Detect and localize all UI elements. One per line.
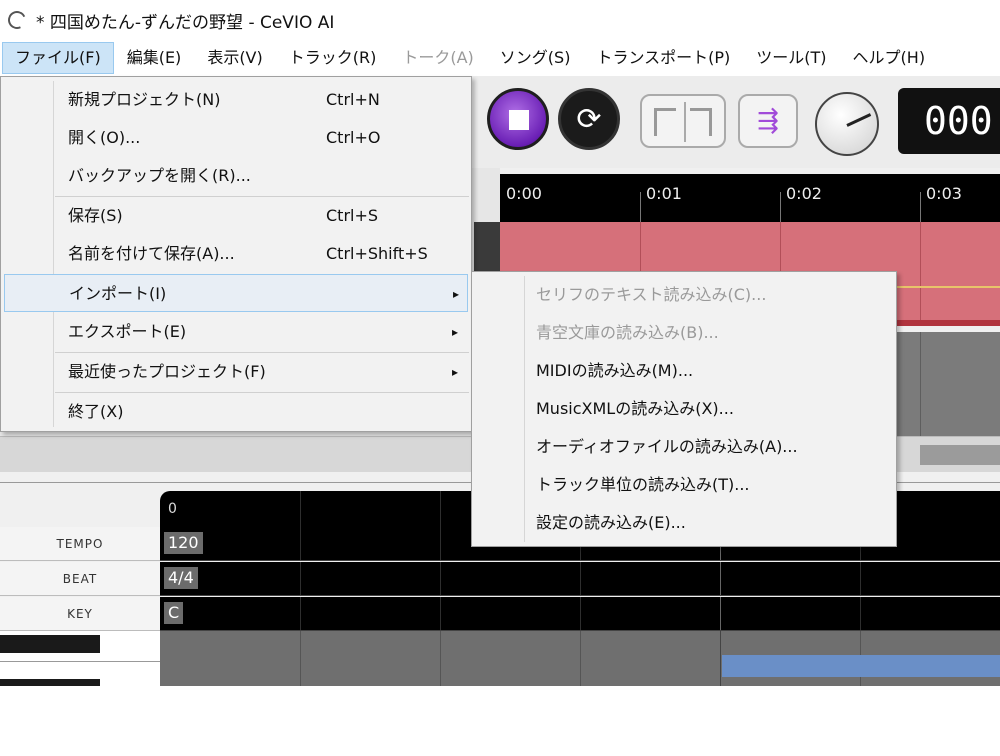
stop-icon bbox=[509, 110, 529, 130]
menu-file[interactable]: ファイル(F) bbox=[2, 42, 114, 74]
marker-buttons[interactable] bbox=[640, 94, 726, 148]
menu-bar: ファイル(F) 編集(E) 表示(V) トラック(R) トーク(A) ソング(S… bbox=[0, 40, 1000, 76]
submenu-item-import-dialogue-text: セリフのテキスト読み込み(C)... bbox=[536, 285, 767, 304]
piano-roll[interactable] bbox=[160, 631, 1000, 686]
key-value[interactable]: C bbox=[164, 602, 184, 624]
title-bar: * 四国めたん-ずんだの野望 - CeVIO AI bbox=[0, 0, 1000, 40]
key-label: KEY bbox=[0, 597, 160, 631]
submenu-arrow-icon: ▸ bbox=[453, 287, 460, 301]
submenu-arrow-icon: ▸ bbox=[452, 325, 459, 339]
submenu-item-import-musicxml[interactable]: MusicXMLの読み込み(X)... bbox=[536, 390, 734, 428]
key-row[interactable]: C bbox=[160, 597, 1000, 631]
tempo-value[interactable]: 120 bbox=[164, 532, 203, 554]
menu-help[interactable]: ヘルプ(H) bbox=[840, 42, 939, 74]
beat-value[interactable]: 4/4 bbox=[164, 567, 198, 589]
timeline-ruler[interactable]: 0:00 0:01 0:02 0:03 bbox=[500, 174, 1000, 222]
menu-item-exit[interactable]: 終了(X) bbox=[4, 393, 468, 431]
menu-talk: トーク(A) bbox=[402, 48, 474, 67]
note-highlight-lane bbox=[722, 655, 1000, 677]
file-menu-dropdown: 新規プロジェクト(N) Ctrl+N 開く(O)... Ctrl+O バックアッ… bbox=[0, 76, 472, 432]
menu-item-export[interactable]: エクスポート(E) ▸ bbox=[4, 313, 468, 351]
stop-button[interactable] bbox=[487, 88, 549, 150]
playhead-follow-button[interactable]: ⇶ bbox=[738, 94, 798, 148]
submenu-item-import-settings[interactable]: 設定の読み込み(E)... bbox=[536, 504, 686, 542]
loop-icon: ⟳ bbox=[576, 101, 602, 137]
import-submenu: セリフのテキスト読み込み(C)... 青空文庫の読み込み(B)... MIDIの… bbox=[471, 271, 897, 547]
beat-label: BEAT bbox=[0, 562, 160, 596]
menu-item-open[interactable]: 開く(O)... Ctrl+O bbox=[4, 119, 468, 157]
playhead-follow-icon: ⇶ bbox=[757, 106, 779, 136]
window-title: * 四国めたん-ずんだの野望 - CeVIO AI bbox=[36, 12, 335, 33]
menu-song[interactable]: ソング(S) bbox=[487, 42, 584, 74]
submenu-item-import-midi[interactable]: MIDIの読み込み(M)... bbox=[536, 352, 693, 390]
app-icon bbox=[5, 8, 29, 32]
submenu-item-import-track[interactable]: トラック単位の読み込み(T)... bbox=[536, 466, 750, 504]
piano-keyboard[interactable] bbox=[0, 631, 160, 686]
menu-transport[interactable]: トランスポート(P) bbox=[583, 42, 743, 74]
tempo-label: TEMPO bbox=[0, 527, 160, 561]
menu-edit[interactable]: 編集(E) bbox=[114, 42, 195, 74]
menu-item-recent-projects[interactable]: 最近使ったプロジェクト(F) ▸ bbox=[4, 353, 468, 391]
submenu-item-import-aozora: 青空文庫の読み込み(B)... bbox=[536, 323, 719, 342]
menu-item-open-backup[interactable]: バックアップを開く(R)... bbox=[4, 157, 468, 195]
scrollbar-thumb[interactable] bbox=[920, 445, 1000, 465]
menu-item-save[interactable]: 保存(S) Ctrl+S bbox=[4, 197, 468, 235]
cevio-window: * 四国めたん-ずんだの野望 - CeVIO AI ファイル(F) 編集(E) … bbox=[0, 0, 1000, 686]
ruler-tick: 0:01 bbox=[646, 184, 682, 203]
marker-left-icon bbox=[654, 108, 676, 136]
menu-track[interactable]: トラック(R) bbox=[276, 42, 390, 74]
submenu-arrow-icon: ▸ bbox=[452, 365, 459, 379]
beat-row[interactable]: 4/4 bbox=[160, 562, 1000, 596]
ruler-tick: 0:00 bbox=[506, 184, 542, 203]
menu-item-import[interactable]: インポート(I) ▸ bbox=[4, 274, 468, 312]
volume-knob[interactable] bbox=[815, 92, 879, 156]
loop-button[interactable]: ⟳ bbox=[558, 88, 620, 150]
ruler-tick: 0:02 bbox=[786, 184, 822, 203]
piano-black-key[interactable] bbox=[0, 635, 100, 653]
time-counter: 000 bbox=[898, 88, 1000, 154]
knob-needle bbox=[846, 113, 872, 127]
menu-tools[interactable]: ツール(T) bbox=[743, 42, 839, 74]
submenu-item-import-audio[interactable]: オーディオファイルの読み込み(A)... bbox=[536, 428, 798, 466]
marker-right-icon bbox=[690, 108, 712, 136]
menu-view[interactable]: 表示(V) bbox=[194, 42, 275, 74]
piano-black-key[interactable] bbox=[0, 679, 100, 686]
menu-item-save-as[interactable]: 名前を付けて保存(A)... Ctrl+Shift+S bbox=[4, 235, 468, 273]
editor-ruler-start: 0 bbox=[168, 501, 177, 517]
ruler-tick: 0:03 bbox=[926, 184, 962, 203]
menu-item-new-project[interactable]: 新規プロジェクト(N) Ctrl+N bbox=[4, 81, 468, 119]
